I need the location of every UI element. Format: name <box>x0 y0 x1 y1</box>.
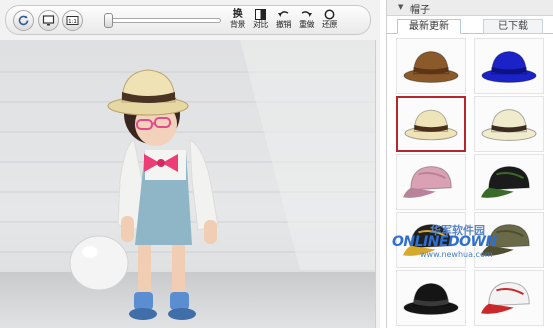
actual-size-icon: 1:1 <box>66 16 79 25</box>
hat-thumbnail <box>481 224 530 256</box>
compare-button[interactable]: 对比 <box>250 9 271 34</box>
child-photo <box>69 69 219 320</box>
panel-header[interactable]: ▼ 帽子 <box>387 0 553 16</box>
hat-thumbnail <box>404 109 458 141</box>
change-label: 换 <box>232 9 243 20</box>
actual-size-button[interactable]: 1:1 <box>62 10 83 31</box>
hat-item-black-bow-hat[interactable] <box>396 270 466 326</box>
zoom-slider-track[interactable] <box>105 18 221 23</box>
hat-item-blue-fedora[interactable] <box>474 38 544 94</box>
undo-button[interactable]: 撤销 <box>273 9 294 34</box>
hat-thumbnail <box>403 224 452 256</box>
collapse-arrow-icon[interactable]: ▼ <box>398 3 403 11</box>
redo-button[interactable]: 重做 <box>296 9 317 34</box>
redo-label: 重做 <box>299 20 315 29</box>
hat-thumbnail <box>403 51 459 83</box>
hat-item-pink-floral-cap[interactable] <box>396 154 466 210</box>
tab-latest[interactable]: 最新更新 <box>397 19 461 34</box>
hat-item-black-printed-cap[interactable] <box>474 154 544 210</box>
hat-thumbnail <box>481 166 530 198</box>
svg-text:1:1: 1:1 <box>68 19 77 25</box>
photo-editor: 1:1 换 背景 对比 撤销 重做 还原 <box>0 0 380 328</box>
background-label: 背景 <box>230 20 246 29</box>
hat-grid <box>396 38 544 328</box>
refresh-button[interactable] <box>13 10 34 31</box>
restore-icon <box>324 9 335 20</box>
hat-thumbnail <box>481 282 530 314</box>
hat-item-olive-army-cap[interactable] <box>474 212 544 268</box>
undo-label: 撤销 <box>276 20 292 29</box>
hat-thumbnail <box>481 51 537 83</box>
refresh-icon <box>18 15 29 26</box>
compare-label: 对比 <box>253 20 269 29</box>
hat-thumbnail <box>403 166 452 198</box>
panel-title: 帽子 <box>410 5 430 16</box>
hat-item-straw-hat-selected[interactable] <box>396 96 466 152</box>
hat-panel: ▼ 帽子 最新更新 已下载 <box>386 0 553 328</box>
tab-downloaded[interactable]: 已下载 <box>483 19 543 34</box>
photo-canvas[interactable] <box>0 40 376 328</box>
compare-icon <box>255 9 266 20</box>
monitor-icon <box>42 15 55 26</box>
hat-item-brown-fedora[interactable] <box>396 38 466 94</box>
change-background-button[interactable]: 换 背景 <box>227 9 248 34</box>
zoom-slider-handle[interactable] <box>104 13 113 28</box>
hat-item-white-graphic-cap[interactable] <box>474 270 544 326</box>
hat-item-black-ornate-hat[interactable] <box>396 212 466 268</box>
fit-screen-button[interactable] <box>38 10 59 31</box>
panel-tabs: 最新更新 已下载 <box>387 17 553 34</box>
redo-icon <box>301 11 312 17</box>
restore-label: 还原 <box>322 20 338 29</box>
hat-thumbnail <box>481 109 537 141</box>
restore-button[interactable]: 还原 <box>319 9 340 34</box>
hat-item-straw-hat-light[interactable] <box>474 96 544 152</box>
editor-toolbar: 1:1 换 背景 对比 撤销 重做 还原 <box>5 5 371 35</box>
undo-icon <box>278 11 289 17</box>
hat-thumbnail <box>403 283 459 315</box>
